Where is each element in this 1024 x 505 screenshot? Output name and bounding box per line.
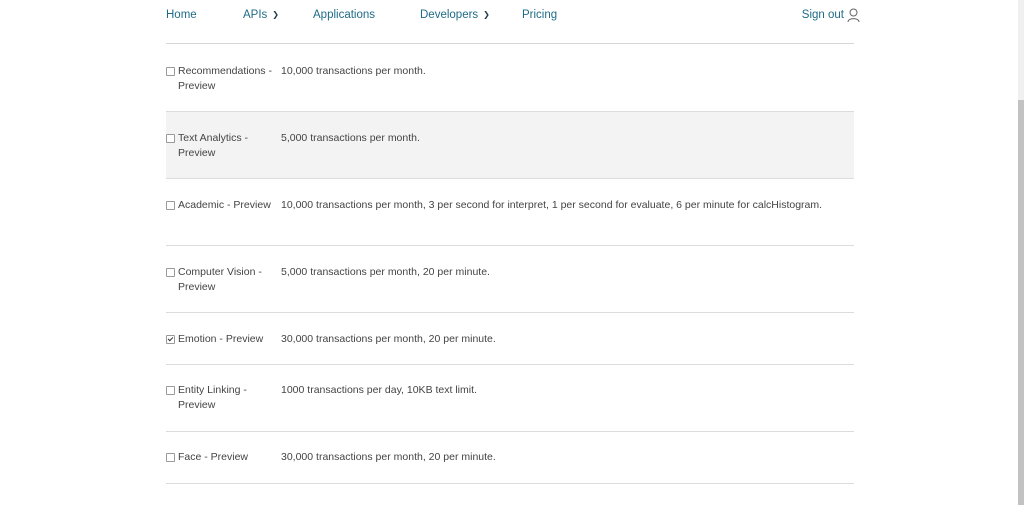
api-name: Recommendations - Preview	[178, 65, 272, 92]
list-item: Academic - Preview 10,000 transactions p…	[166, 179, 854, 246]
list-item: Computer Vision - Preview 5,000 transact…	[166, 246, 854, 313]
list-item: Entity Linking - Preview 1000 transactio…	[166, 365, 854, 432]
nav-applications-link[interactable]: Applications	[313, 9, 375, 21]
chevron-down-icon: ❯	[483, 10, 490, 19]
nav-pricing-label: Pricing	[522, 9, 558, 21]
nav-apis-menu[interactable]: APIs ❯	[243, 9, 279, 21]
nav-apis-label: APIs	[243, 9, 268, 21]
nav-developers-menu[interactable]: Developers ❯	[420, 9, 490, 21]
sign-out-button[interactable]: Sign out	[802, 8, 860, 22]
list-item: Text Analytics - Preview 5,000 transacti…	[166, 112, 854, 179]
api-name: Computer Vision - Preview	[178, 266, 262, 293]
scrollbar[interactable]	[1018, 0, 1024, 505]
list-item: Emotion - Preview 30,000 transactions pe…	[166, 313, 854, 365]
api-checkbox[interactable]	[166, 386, 175, 395]
api-quota: 5,000 transactions per month.	[281, 132, 420, 144]
api-name: Emotion - Preview	[178, 333, 264, 345]
api-checkbox[interactable]	[166, 201, 175, 210]
api-name: Entity Linking - Preview	[178, 384, 247, 411]
list-item: Face - Preview 30,000 transactions per m…	[166, 432, 854, 484]
list-item: Recommendations - Preview 10,000 transac…	[166, 44, 854, 112]
nav-home-link[interactable]: Home	[166, 9, 197, 21]
api-checkbox[interactable]	[166, 134, 175, 143]
api-quota: 5,000 transactions per month, 20 per min…	[281, 266, 490, 278]
api-name: Academic - Preview	[178, 199, 271, 211]
api-quota: 10,000 transactions per month.	[281, 65, 426, 77]
user-icon	[847, 8, 860, 22]
nav-developers-label: Developers	[420, 9, 479, 21]
chevron-down-icon: ❯	[272, 10, 279, 19]
api-checkbox[interactable]	[166, 268, 175, 277]
api-quota: 30,000 transactions per month, 20 per mi…	[281, 451, 496, 463]
api-checkbox[interactable]	[166, 67, 175, 76]
nav-pricing-link[interactable]: Pricing	[522, 9, 557, 21]
api-quota: 1000 transactions per day, 10KB text lim…	[281, 384, 477, 396]
top-navigation: Home APIs ❯ Applications Developers ❯ Pric…	[0, 0, 1018, 40]
api-quota: 30,000 transactions per month, 20 per mi…	[281, 333, 496, 345]
api-quota: 10,000 transactions per month, 3 per sec…	[281, 199, 823, 211]
api-name: Text Analytics - Preview	[178, 132, 249, 159]
api-name: Face - Preview	[178, 451, 249, 463]
api-subscription-list: Recommendations - Preview 10,000 transac…	[166, 44, 854, 484]
nav-home-label: Home	[166, 9, 197, 21]
scrollbar-thumb[interactable]	[1018, 100, 1024, 505]
sign-out-label: Sign out	[801, 9, 844, 21]
nav-applications-label: Applications	[313, 9, 376, 21]
api-checkbox[interactable]	[166, 335, 175, 344]
api-checkbox[interactable]	[166, 453, 175, 462]
